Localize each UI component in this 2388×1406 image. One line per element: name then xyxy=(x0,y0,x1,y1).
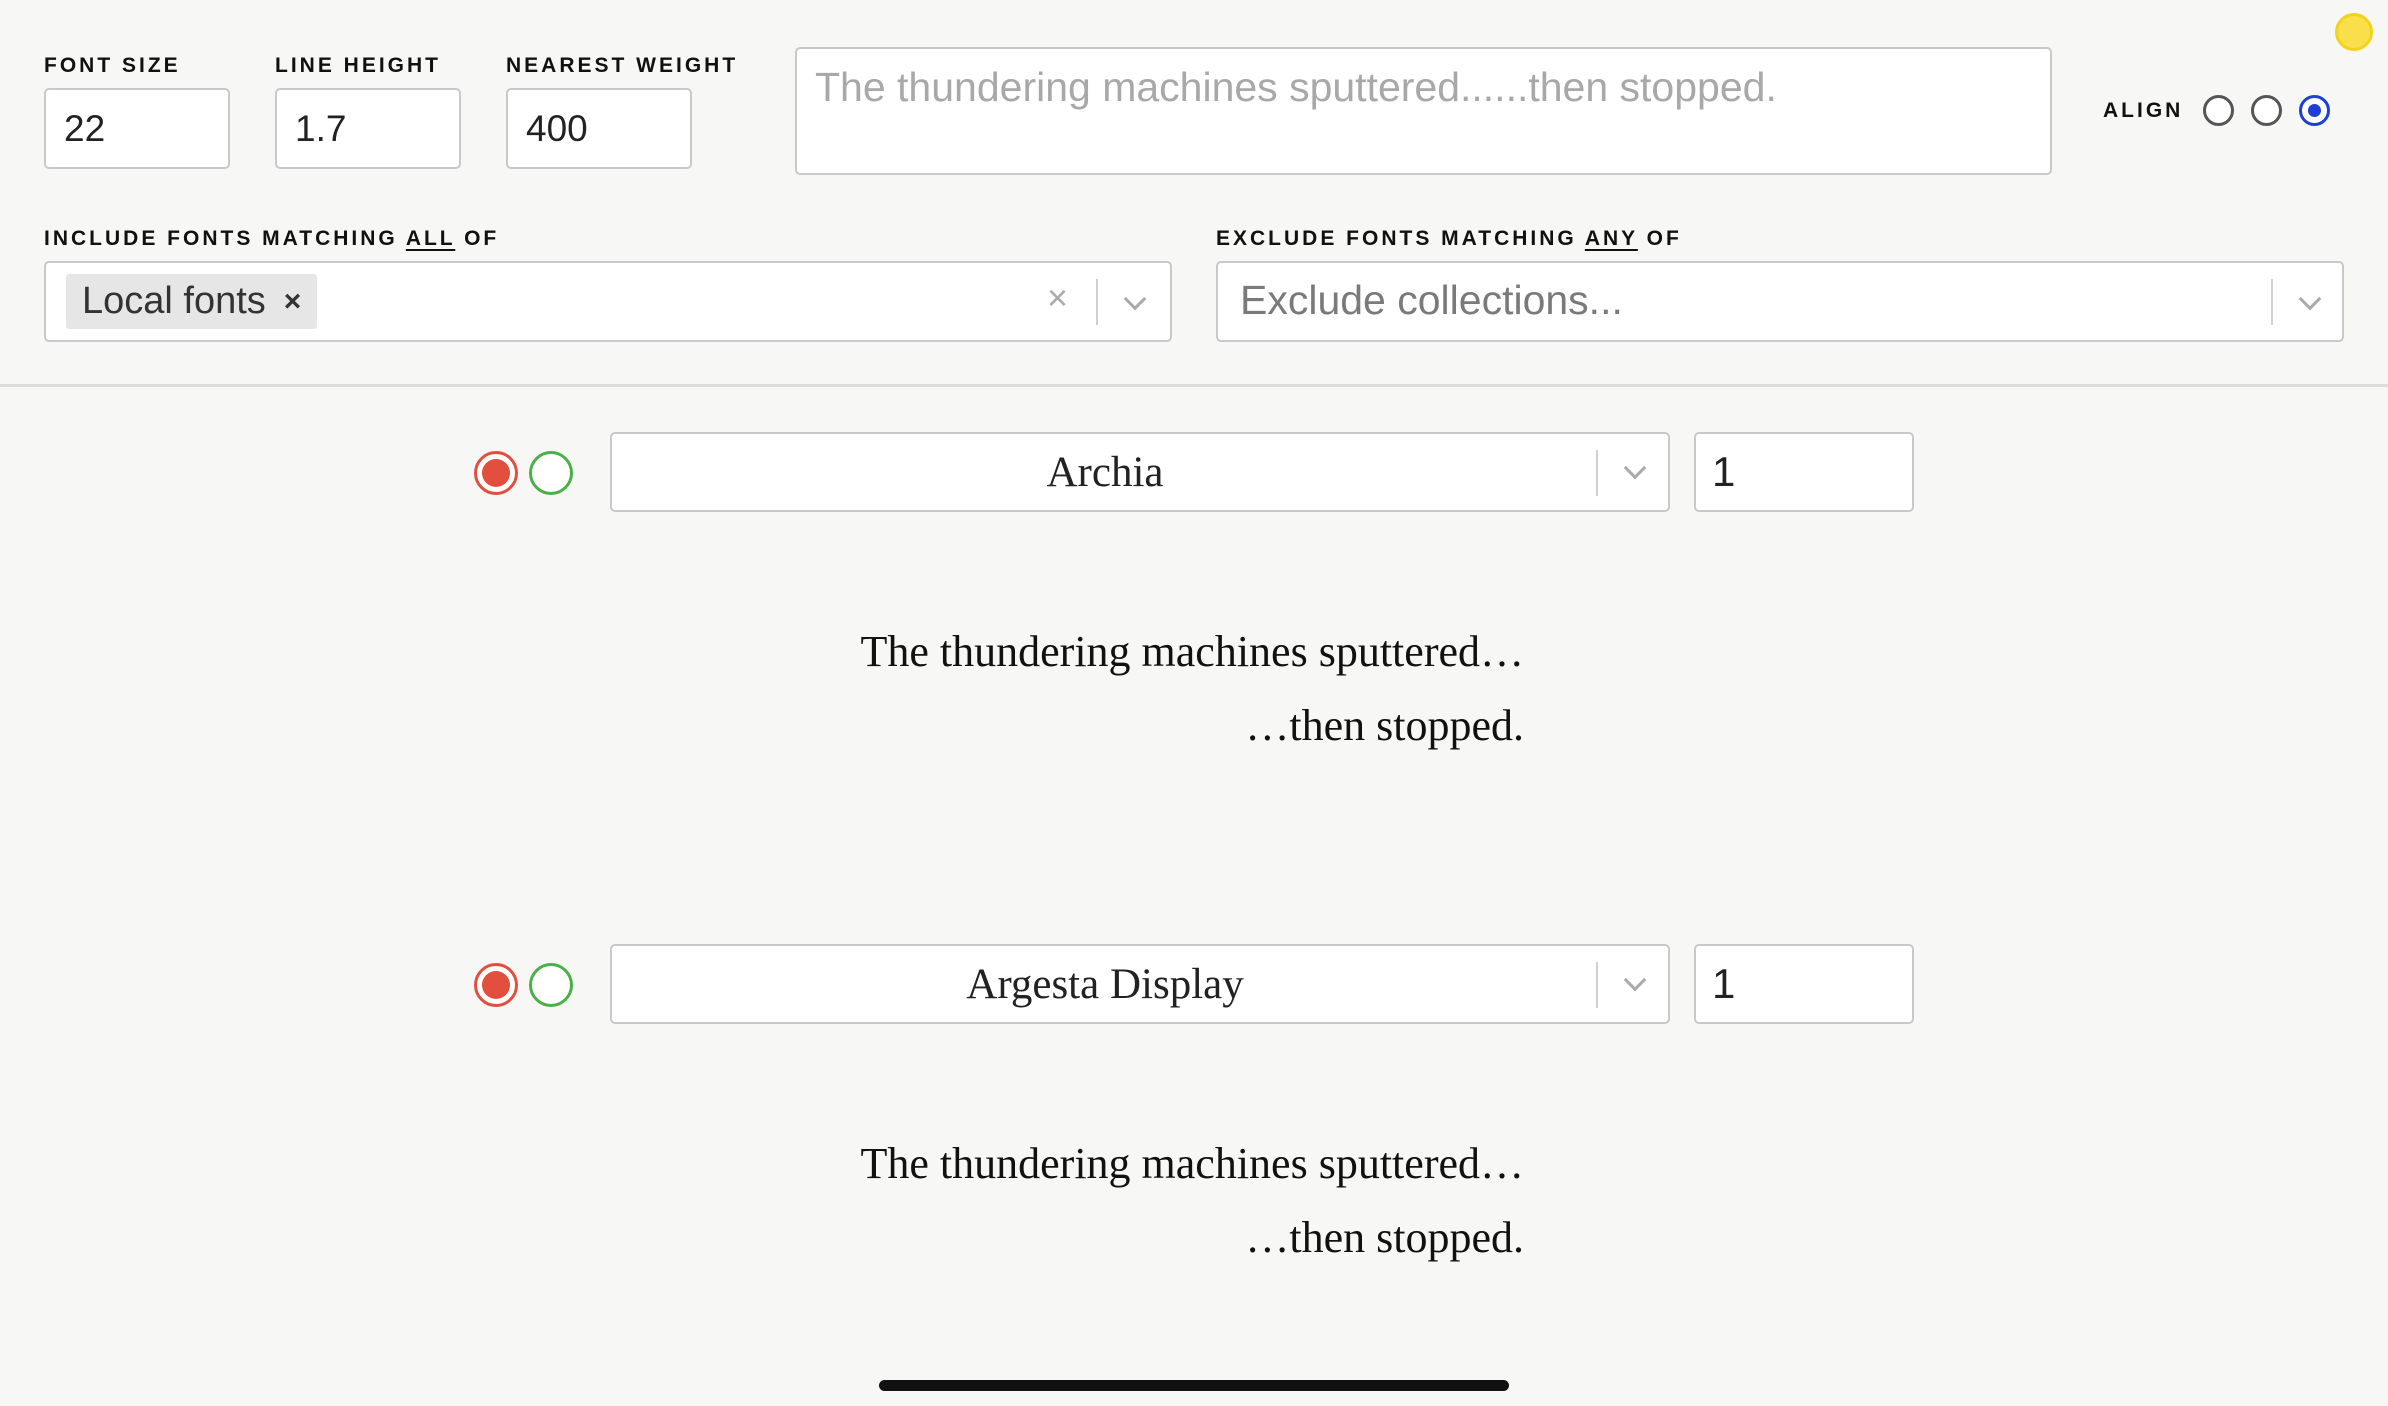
chip-local-fonts: Local fonts × xyxy=(66,274,318,329)
home-indicator xyxy=(879,1380,1509,1391)
chevron-down-icon[interactable] xyxy=(1623,968,1647,992)
chip-remove-icon[interactable]: × xyxy=(284,285,302,319)
include-label-suffix: of xyxy=(455,227,500,250)
font-size-label: Font size xyxy=(44,54,181,77)
font-name: Archia xyxy=(1046,448,1164,496)
chip-label: Local fonts xyxy=(82,280,266,322)
nearest-weight-label: Nearest weight xyxy=(506,54,739,77)
align-center-radio[interactable] xyxy=(2251,95,2282,126)
accept-font-button[interactable] xyxy=(529,451,573,495)
weight-index-input[interactable]: 1 xyxy=(1694,432,1914,512)
weight-index-input[interactable]: 1 xyxy=(1694,944,1914,1024)
include-fonts-label: Include fonts matching all of xyxy=(44,227,499,251)
exclude-placeholder: Exclude collections... xyxy=(1240,277,1623,323)
align-left-radio[interactable] xyxy=(2203,95,2234,126)
specimen-line: …then stopped. xyxy=(1245,1213,1524,1262)
select-separator xyxy=(1596,450,1598,496)
align-label: Align xyxy=(2103,99,2184,122)
chevron-down-icon[interactable] xyxy=(1123,287,1147,311)
include-label-prefix: Include fonts matching xyxy=(44,227,406,250)
exclude-fonts-select[interactable]: Exclude collections... xyxy=(1216,261,2344,342)
accept-font-button[interactable] xyxy=(529,963,573,1007)
include-fonts-select[interactable]: Local fonts × × xyxy=(44,261,1172,342)
select-separator xyxy=(1096,279,1098,325)
select-separator xyxy=(2271,279,2273,325)
specimen-text: The thundering machines sputtered… …then… xyxy=(0,615,1524,763)
font-name: Argesta Display xyxy=(966,960,1244,1008)
specimen-line: The thundering machines sputtered… xyxy=(860,627,1524,676)
reject-font-button[interactable] xyxy=(474,963,518,1007)
font-size-input[interactable]: 22 xyxy=(44,88,230,169)
line-height-input[interactable]: 1.7 xyxy=(275,88,461,169)
exclude-label-suffix: of xyxy=(1637,227,1682,250)
reject-font-button[interactable] xyxy=(474,451,518,495)
specimen-text: The thundering machines sputtered… …then… xyxy=(0,1127,1524,1275)
include-label-emphasis: all xyxy=(405,227,456,250)
control-panel: Font size 22 Line height 1.7 Nearest wei… xyxy=(0,0,2388,387)
select-separator xyxy=(1596,962,1598,1008)
line-height-label: Line height xyxy=(275,54,442,77)
exclude-label-emphasis: any xyxy=(1584,227,1638,250)
font-select[interactable]: Argesta Display xyxy=(610,944,1670,1024)
specimen-line: The thundering machines sputtered… xyxy=(860,1139,1524,1188)
sample-text-input[interactable]: The thundering machines sputtered......t… xyxy=(795,47,2052,175)
chevron-down-icon[interactable] xyxy=(2298,287,2322,311)
specimen-line: …then stopped. xyxy=(1245,701,1524,750)
exclude-label-prefix: Exclude fonts matching xyxy=(1216,227,1585,250)
close-icon[interactable]: × xyxy=(1047,277,1068,319)
exclude-fonts-label: Exclude fonts matching any of xyxy=(1216,227,1682,251)
chevron-down-icon[interactable] xyxy=(1623,456,1647,480)
font-select[interactable]: Archia xyxy=(610,432,1670,512)
align-right-radio[interactable] xyxy=(2299,95,2330,126)
nearest-weight-input[interactable]: 400 xyxy=(506,88,692,169)
sun-icon[interactable] xyxy=(2335,13,2373,51)
